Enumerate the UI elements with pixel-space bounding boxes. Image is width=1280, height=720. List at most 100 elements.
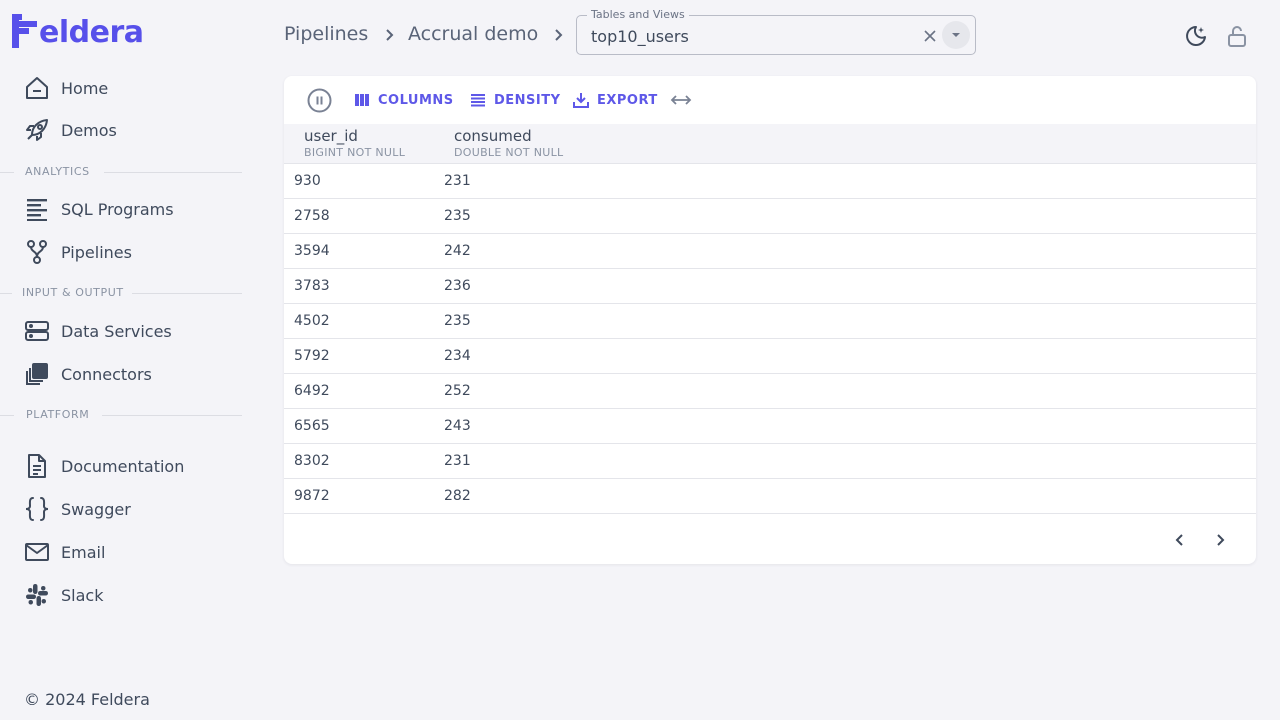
column-name: consumed [454,127,532,145]
table-row[interactable]: 3594 242 [284,234,1256,269]
sidebar-item-label: Data Services [61,321,172,341]
text-lines-icon [24,196,50,222]
export-label: EXPORT [597,92,658,108]
table-row[interactable]: 2758 235 [284,199,1256,234]
sidebar-item-label: Pipelines [61,242,132,262]
sidebar-item-label: Demos [61,120,117,140]
column-type: BIGINT NOT NULL [304,146,406,159]
divider [132,293,242,294]
chevron-left-icon [1175,534,1183,546]
column-type: DOUBLE NOT NULL [454,146,564,159]
table-row[interactable]: 8302 231 [284,444,1256,479]
cell-user-id: 2758 [294,208,330,224]
sidebar-item-label: Home [61,78,109,98]
clear-icon[interactable] [920,26,940,46]
density-label: DENSITY [494,92,561,108]
cell-consumed: 242 [444,243,471,259]
sidebar-item-documentation[interactable]: Documentation [0,446,250,486]
section-label: INPUT & OUTPUT [22,286,124,299]
cell-user-id: 3594 [294,243,330,259]
sidebar-item-home[interactable]: Home [0,68,250,108]
slack-icon [24,582,50,608]
divider [0,415,14,416]
unlock-icon[interactable] [1225,24,1249,48]
tables-views-label: Tables and Views [587,8,689,21]
cell-user-id: 3783 [294,278,330,294]
feldera-logo[interactable]: eldera [12,14,144,48]
chevron-right-icon [1217,534,1225,546]
sidebar-item-swagger[interactable]: Swagger [0,489,250,529]
sidebar: eldera Home Demos ANALYTICS SQL Programs… [0,0,250,720]
dark-mode-icon[interactable] [1184,24,1208,48]
column-header-consumed[interactable]: consumed DOUBLE NOT NULL [454,126,563,160]
caret-down-icon [952,33,960,37]
breadcrumb-accrual-demo[interactable]: Accrual demo [408,23,538,45]
table-row[interactable]: 5792 234 [284,339,1256,374]
sidebar-item-slack[interactable]: Slack [0,575,250,615]
logo-mark-icon [12,14,37,48]
grid-toolbar: COLUMNS DENSITY EXPORT [284,76,1256,124]
sidebar-item-label: Swagger [61,499,131,519]
cell-user-id: 4502 [294,313,330,329]
data-grid-card: COLUMNS DENSITY EXPORT user_id BIGINT NO… [284,76,1256,564]
cell-consumed: 231 [444,453,471,469]
mail-icon [24,539,50,565]
braces-icon [24,496,50,522]
chevron-right-icon [386,29,394,41]
table-row[interactable]: 930 231 [284,164,1256,199]
cell-consumed: 235 [444,208,471,224]
tables-views-select[interactable]: Tables and Views top10_users [576,8,976,55]
density-icon [471,94,485,107]
table-row[interactable]: 6492 252 [284,374,1256,409]
sidebar-item-label: Slack [61,585,104,605]
divider [0,172,14,173]
columns-icon [355,94,369,106]
density-button[interactable]: DENSITY [470,90,561,110]
table-row[interactable]: 6565 243 [284,409,1256,444]
sidebar-item-email[interactable]: Email [0,532,250,572]
section-label: PLATFORM [26,408,90,421]
sidebar-item-demos[interactable]: Demos [0,110,250,150]
home-icon [24,75,50,101]
next-page-button[interactable] [1208,528,1232,552]
column-header-user-id[interactable]: user_id BIGINT NOT NULL [304,126,405,160]
cell-consumed: 231 [444,173,471,189]
sidebar-item-label: Email [61,542,106,562]
divider [102,415,242,416]
cell-user-id: 9872 [294,488,330,504]
table-row[interactable]: 3783 236 [284,269,1256,304]
divider [104,172,242,173]
cell-user-id: 6492 [294,383,330,399]
cell-consumed: 234 [444,348,471,364]
cell-user-id: 5792 [294,348,330,364]
sidebar-item-data-services[interactable]: Data Services [0,311,250,351]
dropdown-button[interactable] [942,21,970,49]
cell-user-id: 8302 [294,453,330,469]
sidebar-item-sql-programs[interactable]: SQL Programs [0,189,250,229]
tables-views-value[interactable]: top10_users [591,27,689,46]
cell-consumed: 243 [444,418,471,434]
pause-icon[interactable] [307,88,332,113]
table-row[interactable]: 9872 282 [284,479,1256,514]
download-icon [573,93,589,108]
sidebar-item-connectors[interactable]: Connectors [0,354,250,394]
column-name: user_id [304,127,358,145]
grid-body: 930 231 2758 235 3594 242 3783 236 4502 … [284,164,1256,514]
section-label: ANALYTICS [25,165,90,178]
table-row[interactable]: 4502 235 [284,304,1256,339]
expand-width-icon[interactable] [670,92,692,108]
columns-button[interactable]: COLUMNS [354,90,454,110]
cell-consumed: 235 [444,313,471,329]
breadcrumb-pipelines[interactable]: Pipelines [284,23,368,45]
columns-label: COLUMNS [378,92,454,108]
sidebar-item-label: Documentation [61,456,185,476]
previous-page-button[interactable] [1168,528,1192,552]
cell-user-id: 6565 [294,418,330,434]
divider [0,293,12,294]
grid-header: user_id BIGINT NOT NULL consumed DOUBLE … [284,124,1256,164]
server-icon [24,318,50,344]
sidebar-item-label: SQL Programs [61,199,174,219]
export-button[interactable]: EXPORT [573,90,658,110]
copyright: © 2024 Feldera [24,690,150,709]
sidebar-item-pipelines[interactable]: Pipelines [0,232,250,272]
